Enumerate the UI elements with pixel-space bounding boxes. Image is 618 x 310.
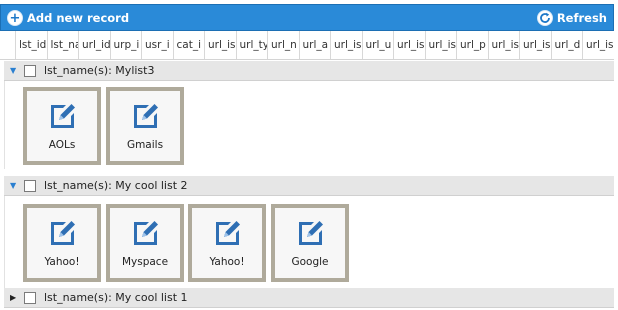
group-checkbox[interactable] [24,291,36,304]
edit-document-icon [299,221,323,245]
tile-label: Yahoo! [209,256,245,268]
grid-toolbar: + Add new record Refresh [0,4,614,31]
column-header[interactable]: lst_id [16,31,48,59]
triangle-down-icon[interactable]: ▼ [10,66,22,75]
column-header[interactable]: url_p [457,31,489,59]
tile-label: Google [291,256,329,268]
group-label: lst_name(s): Mylist3 [44,64,155,77]
tile-label: Myspace [121,256,169,268]
edit-document-icon [216,221,240,245]
edit-document-icon [51,221,75,245]
refresh-button[interactable]: Refresh [536,9,607,27]
column-header[interactable]: url_is [426,31,457,59]
group-label: lst_name(s): My cool list 1 [44,291,188,304]
group-label: lst_name(s): My cool list 2 [44,179,188,192]
group-items-my-cool-list-2: Yahoo! Myspace Yahoo! Google [4,196,614,288]
refresh-icon [536,10,553,26]
column-header[interactable]: url_n [268,31,300,59]
add-record-button[interactable]: + Add new record [7,9,129,27]
column-header[interactable]: cat_i [174,31,205,59]
edit-document-icon [51,104,75,128]
column-header[interactable]: url_is [489,31,520,59]
header-spacer [0,31,16,59]
record-tile[interactable]: Yahoo! [188,204,266,282]
add-record-label: Add new record [27,11,130,25]
edit-document-icon [134,221,158,245]
edit-document-icon [134,104,158,128]
tile-label: Yahoo! [44,256,80,268]
grid-header: lst_id lst_na url_id urp_i usr_i cat_i url_is u… [0,31,614,60]
group-row-my-cool-list-1[interactable]: ▶ lst_name(s): My cool list 1 [4,288,614,308]
refresh-label: Refresh [556,11,607,25]
record-tile[interactable]: Google [271,204,349,282]
column-header[interactable]: lst_na [48,31,79,59]
group-row-my-cool-list-2[interactable]: ▼ lst_name(s): My cool list 2 [4,176,614,196]
record-tile[interactable]: Myspace [106,204,184,282]
column-header[interactable]: url_is [583,31,614,59]
triangle-right-icon[interactable]: ▶ [10,293,22,302]
tile-label: Gmails [126,139,164,151]
column-header[interactable]: url_is [520,31,552,59]
column-header[interactable]: url_a [300,31,331,59]
record-tile[interactable]: AOLs [23,87,101,165]
column-header[interactable]: usr_i [142,31,174,59]
column-header[interactable]: url_is [331,31,363,59]
column-header[interactable]: url_is [205,31,237,59]
plus-circle-icon: + [7,10,23,26]
group-checkbox[interactable] [24,64,36,77]
record-tile[interactable]: Gmails [106,87,184,165]
column-header[interactable]: url_d [552,31,583,59]
group-checkbox[interactable] [24,179,36,192]
column-header[interactable]: urp_i [111,31,142,59]
column-header[interactable]: url_is [394,31,426,59]
column-headers: lst_id lst_na url_id urp_i usr_i cat_i url_is u… [16,31,614,59]
column-header[interactable]: url_id [79,31,111,59]
group-items-mylist3: AOLs Gmails [4,81,614,169]
group-row-mylist3[interactable]: ▼ lst_name(s): Mylist3 [4,61,614,81]
record-tile[interactable]: Yahoo! [23,204,101,282]
tile-label: AOLs [48,139,76,151]
column-header[interactable]: url_u [363,31,394,59]
column-header[interactable]: url_ty [237,31,268,59]
triangle-down-icon[interactable]: ▼ [10,181,22,190]
